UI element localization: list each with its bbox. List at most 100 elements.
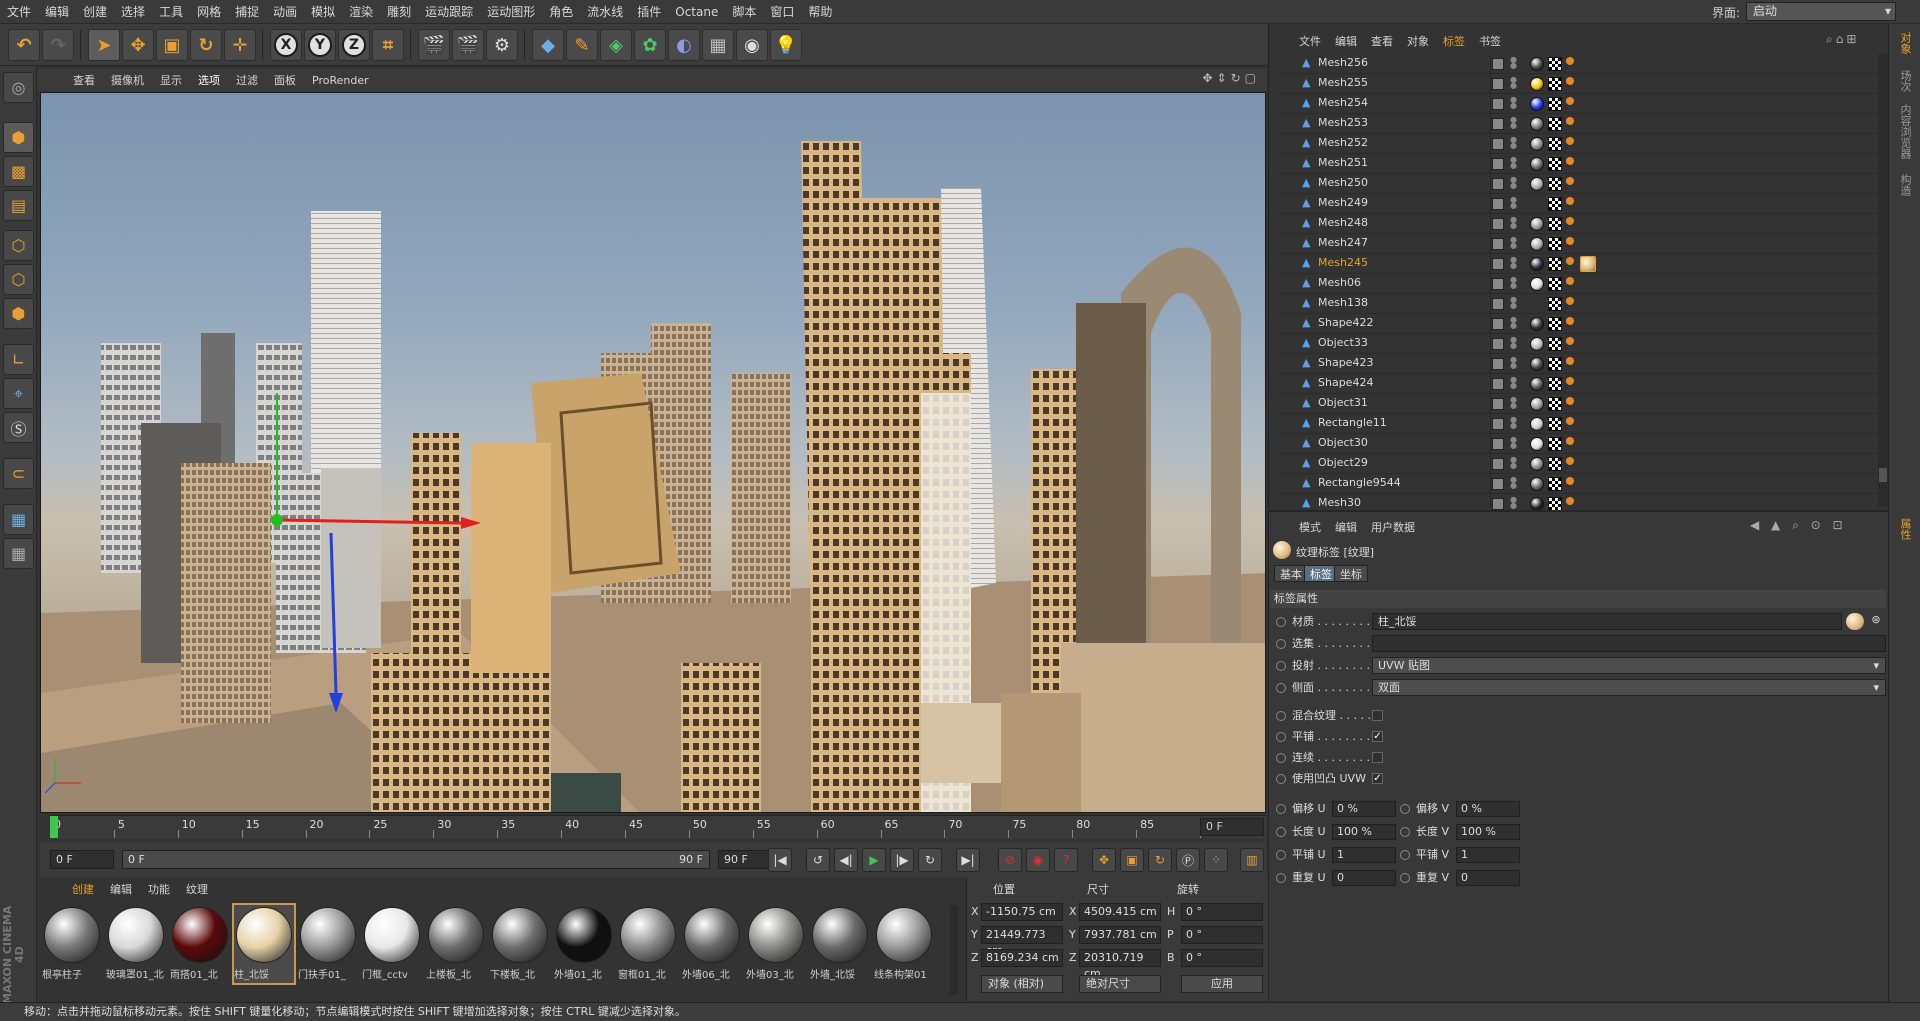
editor-visibility-icon[interactable]	[1492, 138, 1504, 150]
snap-icon[interactable]: Ⓢ	[3, 412, 34, 443]
right-tab-attributes[interactable]: 属性	[1897, 518, 1913, 540]
object-manager-search-icons[interactable]: ⌕⌂⊞	[1826, 32, 1859, 47]
object-row[interactable]: ▲ Mesh252 ● ●	[1280, 134, 1880, 154]
editor-visibility-icon[interactable]	[1492, 378, 1504, 390]
repeat-v-field[interactable]: 0	[1456, 870, 1520, 886]
uvw-tag-icon[interactable]	[1548, 357, 1562, 371]
rotation-h-field[interactable]: 0 °	[1181, 903, 1263, 921]
menu-item-14[interactable]: 流水线	[580, 3, 630, 20]
render-visibility-dots[interactable]: ● ●	[1510, 216, 1517, 231]
render-visibility-dots[interactable]: ● ●	[1510, 156, 1517, 171]
tab-basic[interactable]: 基本	[1274, 565, 1308, 582]
viewport-menu-panel[interactable]: 面板	[266, 72, 304, 88]
size-mode-select[interactable]: 绝对尺寸	[1079, 975, 1161, 993]
menu-item-16[interactable]: Octane	[668, 5, 725, 19]
uvw-tag-icon[interactable]	[1548, 117, 1562, 131]
menu-item-1[interactable]: 编辑	[38, 3, 76, 20]
uvw-tag-icon[interactable]	[1548, 397, 1562, 411]
render-visibility-dots[interactable]: ● ●	[1510, 236, 1517, 251]
object-row[interactable]: ▲ Object30 ● ●	[1280, 434, 1880, 454]
uvw-tag-icon[interactable]	[1548, 197, 1562, 211]
object-row[interactable]: ▲ Object29 ● ●	[1280, 454, 1880, 474]
viewport-menu-display[interactable]: 显示	[152, 72, 190, 88]
phong-tag-icon[interactable]	[1566, 437, 1574, 445]
object-row[interactable]: ▲ Mesh245 ● ●	[1280, 254, 1880, 274]
editor-visibility-icon[interactable]	[1492, 258, 1504, 270]
tab-tag[interactable]: 标签	[1304, 565, 1338, 582]
material-swatch[interactable]: 上楼板_北	[426, 905, 486, 983]
move-tool-icon[interactable]: ✥	[122, 29, 154, 61]
material-tag-icon[interactable]	[1530, 437, 1544, 451]
render-visibility-dots[interactable]: ● ●	[1510, 96, 1517, 111]
object-row[interactable]: ▲ Mesh06 ● ●	[1280, 274, 1880, 294]
phong-tag-icon[interactable]	[1566, 217, 1574, 225]
model-mode-icon[interactable]: ⬢	[3, 122, 34, 153]
render-visibility-dots[interactable]: ● ●	[1510, 176, 1517, 191]
viewport-menu-prorender[interactable]: ProRender	[304, 74, 377, 87]
editor-visibility-icon[interactable]	[1492, 198, 1504, 210]
editor-visibility-icon[interactable]	[1492, 278, 1504, 290]
object-row[interactable]: ▲ Mesh138 ● ●	[1280, 294, 1880, 314]
editor-visibility-icon[interactable]	[1492, 498, 1504, 510]
render-view-icon[interactable]: 🎬	[418, 29, 450, 61]
render-visibility-dots[interactable]: ● ●	[1510, 116, 1517, 131]
uvw-tag-icon[interactable]	[1548, 457, 1562, 471]
editor-visibility-icon[interactable]	[1492, 218, 1504, 230]
planar-workplane-icon[interactable]: ▦	[3, 538, 34, 569]
material-tag-icon[interactable]	[1530, 237, 1544, 251]
workplane-mode-icon[interactable]: ▤	[3, 190, 34, 221]
apply-button[interactable]: 应用	[1181, 975, 1263, 993]
material-swatch[interactable]: 下楼板_北	[490, 905, 550, 983]
material-menu-texture[interactable]: 纹理	[178, 881, 216, 897]
coordinate-mode-select[interactable]: 对象 (相对)	[981, 975, 1063, 993]
viewport-menu-cameras[interactable]: 摄像机	[103, 72, 152, 88]
repeat-u-field[interactable]: 0	[1332, 870, 1396, 886]
render-visibility-dots[interactable]: ● ●	[1510, 476, 1517, 491]
render-picture-viewer-icon[interactable]: 🎬	[452, 29, 484, 61]
menu-item-17[interactable]: 脚本	[725, 3, 763, 20]
subdivision-icon[interactable]: ◈	[600, 29, 632, 61]
render-visibility-dots[interactable]: ● ●	[1510, 136, 1517, 151]
material-tag-icon[interactable]	[1530, 137, 1544, 151]
attr-menu-mode[interactable]: 模式	[1292, 519, 1328, 535]
object-row[interactable]: ▲ Mesh248 ● ●	[1280, 214, 1880, 234]
menu-item-7[interactable]: 动画	[266, 3, 304, 20]
rotation-p-field[interactable]: 0 °	[1181, 926, 1263, 944]
y-axis-lock-icon[interactable]: Y	[304, 29, 336, 61]
autokey-icon[interactable]: ◉	[1026, 848, 1050, 872]
offset-v-field[interactable]: 0 %	[1456, 801, 1520, 817]
rotate-tool-icon[interactable]: ↻	[190, 29, 222, 61]
texture-mode-icon[interactable]: ▩	[3, 156, 34, 187]
uvw-tag-icon[interactable]	[1548, 157, 1562, 171]
material-tag-icon[interactable]	[1530, 57, 1544, 71]
floor-icon[interactable]: ▦	[702, 29, 734, 61]
material-link-field[interactable]: 柱_北馁	[1372, 613, 1842, 630]
right-tab-content-browser[interactable]: 内容浏览器	[1897, 104, 1913, 159]
selection-field[interactable]	[1372, 635, 1886, 652]
start-frame-field[interactable]: 0 F	[50, 850, 114, 869]
uvw-tag-icon[interactable]	[1548, 497, 1562, 511]
deformer-icon[interactable]: ◐	[668, 29, 700, 61]
phong-tag-icon[interactable]	[1566, 237, 1574, 245]
uvw-tag-icon[interactable]	[1548, 217, 1562, 231]
object-menu-bookmarks[interactable]: 书签	[1472, 33, 1508, 49]
position-x-field[interactable]: -1150.75 cm	[981, 903, 1063, 921]
key-rotation-icon[interactable]: ↻	[1148, 848, 1172, 872]
material-tag-icon[interactable]	[1530, 417, 1544, 431]
viewport-menu-filter[interactable]: 过滤	[228, 72, 266, 88]
uvw-tag-icon[interactable]	[1548, 297, 1562, 311]
redo-icon[interactable]: ↷	[42, 29, 74, 61]
points-mode-icon[interactable]: ⬡	[3, 230, 34, 261]
phong-tag-icon[interactable]	[1566, 177, 1574, 185]
transform-tool-icon[interactable]: ✛	[224, 29, 256, 61]
edges-mode-icon[interactable]: ⬡	[3, 264, 34, 295]
key-position-icon[interactable]: ✥	[1092, 848, 1116, 872]
editor-visibility-icon[interactable]	[1492, 358, 1504, 370]
playhead[interactable]	[50, 816, 58, 838]
menu-item-4[interactable]: 工具	[152, 3, 190, 20]
object-scrollbar[interactable]	[1878, 54, 1888, 507]
render-visibility-dots[interactable]: ● ●	[1510, 196, 1517, 211]
uvw-tag-icon[interactable]	[1548, 477, 1562, 491]
seamless-checkbox[interactable]	[1372, 752, 1383, 763]
material-swatch[interactable]: 外墙_北馁	[810, 905, 870, 983]
